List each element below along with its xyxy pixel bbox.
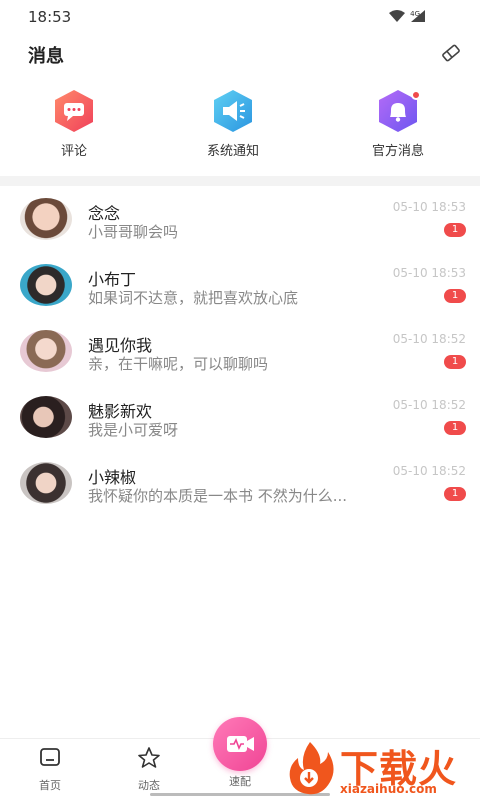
tab-moments[interactable]: 动态 (119, 745, 179, 793)
quick-actions: 评论 系统通知 官方消息 (0, 88, 480, 168)
status-icons (388, 9, 426, 23)
avatar (20, 264, 72, 306)
message-list: 念念 小哥哥聊会吗 05-10 18:53 1 小布丁 如果词不达意，就把喜欢放… (0, 186, 480, 516)
flame-logo-icon (289, 742, 334, 795)
message-preview: 我怀疑你的本质是一本书 不然为什么... (88, 487, 348, 505)
status-time: 18:53 (28, 8, 72, 26)
message-time: 05-10 18:53 (392, 266, 466, 280)
video-pulse-icon (227, 736, 254, 752)
tab-home-label: 首页 (39, 779, 61, 792)
unread-badge: 1 (444, 223, 466, 237)
header: 消息 (0, 34, 480, 78)
comments-label: 评论 (60, 144, 87, 159)
conversation-row[interactable]: 遇见你我 亲，在干嘛呢，可以聊聊吗 05-10 18:52 1 (0, 318, 480, 384)
system-notice-entry[interactable]: 系统通知 (183, 88, 283, 159)
status-bar: 18:53 4G (0, 0, 480, 34)
official-message-entry[interactable]: 官方消息 (348, 88, 448, 159)
comments-entry[interactable]: 评论 (24, 88, 124, 159)
tab-moments-label: 动态 (138, 779, 160, 792)
comment-icon (51, 88, 97, 134)
message-time: 05-10 18:52 (392, 464, 466, 478)
avatar (20, 462, 72, 504)
unread-badge: 1 (444, 421, 466, 435)
bell-icon (375, 88, 421, 134)
unread-badge: 1 (444, 355, 466, 369)
message-time: 05-10 18:53 (392, 200, 466, 214)
official-message-label: 官方消息 (371, 144, 424, 159)
message-time: 05-10 18:52 (392, 398, 466, 412)
unread-badge: 1 (444, 487, 466, 501)
message-preview: 小哥哥聊会吗 (88, 223, 179, 241)
conversation-row[interactable]: 念念 小哥哥聊会吗 05-10 18:53 1 (0, 186, 480, 252)
wifi-icon (389, 10, 405, 22)
tab-home[interactable]: 首页 (20, 745, 80, 793)
megaphone-icon (210, 88, 256, 134)
conversation-row[interactable]: 小布丁 如果词不达意，就把喜欢放心底 05-10 18:53 1 (0, 252, 480, 318)
watermark-logo: 下载火 xiazaihuo.com (282, 736, 480, 800)
conversation-row[interactable]: 魅影新欢 我是小可爱呀 05-10 18:52 1 (0, 384, 480, 450)
match-button[interactable] (213, 717, 267, 771)
message-preview: 我是小可爱呀 (88, 421, 179, 439)
message-preview: 亲，在干嘛呢，可以聊聊吗 (88, 355, 269, 373)
home-icon (40, 748, 60, 766)
official-unread-dot (411, 90, 421, 100)
watermark-url: xiazaihuo.com (340, 782, 437, 796)
avatar (20, 330, 72, 372)
clear-messages-button[interactable] (438, 40, 464, 66)
page-title: 消息 (28, 46, 64, 67)
avatar (20, 396, 72, 438)
unread-badge: 1 (444, 289, 466, 303)
message-preview: 如果词不达意，就把喜欢放心底 (88, 289, 299, 307)
signal-icon (411, 10, 425, 22)
conversation-row[interactable]: 小辣椒 我怀疑你的本质是一本书 不然为什么... 05-10 18:52 1 (0, 450, 480, 516)
tab-match-label: 速配 (229, 775, 251, 788)
star-icon (138, 747, 160, 768)
avatar (20, 198, 72, 240)
system-notice-label: 系统通知 (206, 144, 259, 159)
message-time: 05-10 18:52 (392, 332, 466, 346)
eraser-icon (442, 44, 460, 62)
section-divider (0, 176, 480, 186)
